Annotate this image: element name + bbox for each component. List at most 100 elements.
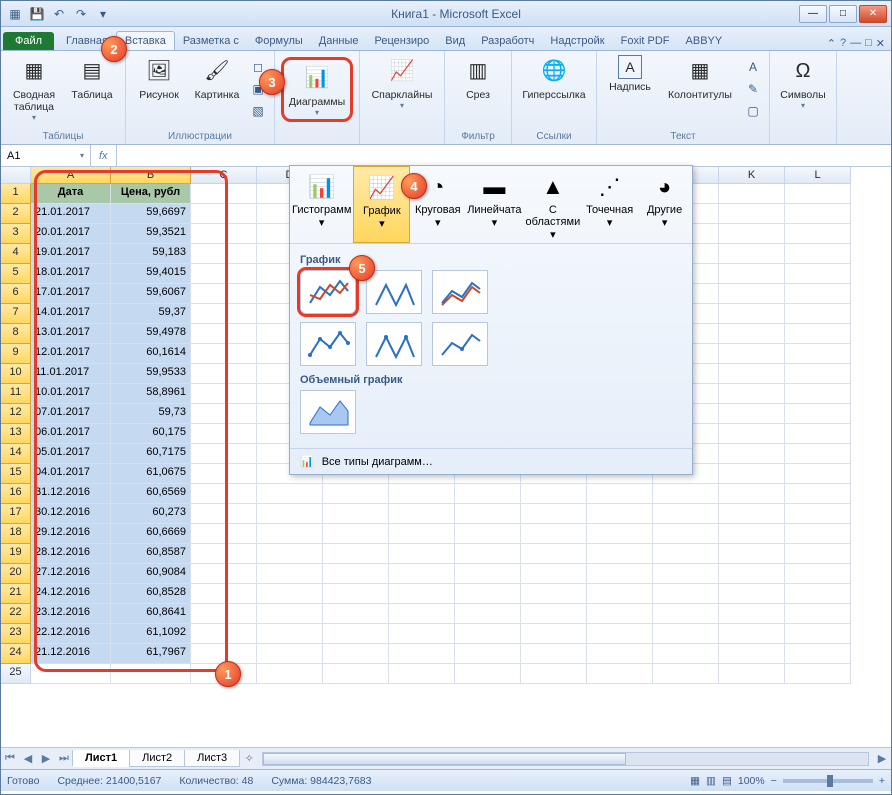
cell[interactable] bbox=[653, 644, 719, 664]
cell[interactable] bbox=[719, 644, 785, 664]
cell[interactable] bbox=[455, 564, 521, 584]
cell[interactable] bbox=[455, 584, 521, 604]
cell[interactable] bbox=[191, 244, 257, 264]
cell[interactable] bbox=[257, 644, 323, 664]
tab-data[interactable]: Данные bbox=[311, 32, 367, 50]
chart-cat-area[interactable]: ▲С областями▾ bbox=[524, 166, 583, 243]
minimize-button[interactable]: — bbox=[799, 5, 827, 23]
cell[interactable] bbox=[719, 664, 785, 684]
cell[interactable] bbox=[719, 384, 785, 404]
cell[interactable] bbox=[587, 664, 653, 684]
pivot-table-button[interactable]: ▦ Сводная таблица▾ bbox=[7, 53, 61, 122]
cell[interactable] bbox=[719, 444, 785, 464]
cell[interactable] bbox=[719, 224, 785, 244]
cell[interactable] bbox=[323, 544, 389, 564]
cell[interactable]: 60,273 bbox=[111, 504, 191, 524]
cell[interactable] bbox=[521, 564, 587, 584]
cell[interactable] bbox=[191, 284, 257, 304]
select-all-corner[interactable] bbox=[1, 167, 31, 184]
chart-cat-bar[interactable]: ▬Линейчата▾ bbox=[465, 166, 523, 243]
cell[interactable] bbox=[785, 524, 851, 544]
view-break-icon[interactable]: ▤ bbox=[722, 775, 732, 787]
cell[interactable] bbox=[191, 524, 257, 544]
cell[interactable] bbox=[191, 324, 257, 344]
cell[interactable] bbox=[521, 624, 587, 644]
row-header[interactable]: 12 bbox=[1, 404, 31, 424]
cell[interactable] bbox=[719, 324, 785, 344]
new-sheet-icon[interactable]: ✧ bbox=[240, 752, 258, 765]
cell[interactable] bbox=[785, 504, 851, 524]
cell[interactable] bbox=[191, 224, 257, 244]
row-header[interactable]: 21 bbox=[1, 584, 31, 604]
cell[interactable] bbox=[785, 584, 851, 604]
view-layout-icon[interactable]: ▥ bbox=[706, 775, 716, 787]
cell[interactable]: 60,8641 bbox=[111, 604, 191, 624]
cell[interactable] bbox=[389, 664, 455, 684]
save-icon[interactable]: 💾 bbox=[27, 4, 47, 24]
cell[interactable] bbox=[191, 264, 257, 284]
signature-icon[interactable]: ✎ bbox=[743, 79, 763, 99]
cell[interactable] bbox=[455, 624, 521, 644]
cell[interactable] bbox=[653, 524, 719, 544]
row-header[interactable]: 10 bbox=[1, 364, 31, 384]
sheet-nav-prev[interactable]: ◀ bbox=[19, 752, 37, 765]
horizontal-scrollbar[interactable] bbox=[262, 752, 869, 766]
cell[interactable]: 07.01.2017 bbox=[31, 404, 111, 424]
textbox-button[interactable]: A Надпись bbox=[603, 53, 657, 93]
sheet-nav-next[interactable]: ▶ bbox=[37, 752, 55, 765]
cell[interactable]: 58,8961 bbox=[111, 384, 191, 404]
cell[interactable] bbox=[323, 524, 389, 544]
cell[interactable]: 27.12.2016 bbox=[31, 564, 111, 584]
cell[interactable]: 59,73 bbox=[111, 404, 191, 424]
cell[interactable] bbox=[323, 664, 389, 684]
cell[interactable] bbox=[785, 464, 851, 484]
row-header[interactable]: 22 bbox=[1, 604, 31, 624]
view-normal-icon[interactable]: ▦ bbox=[690, 775, 700, 787]
cell[interactable]: 31.12.2016 bbox=[31, 484, 111, 504]
cell[interactable] bbox=[257, 524, 323, 544]
cell[interactable]: 21.01.2017 bbox=[31, 204, 111, 224]
excel-icon[interactable]: ▦ bbox=[5, 4, 25, 24]
cell[interactable] bbox=[191, 604, 257, 624]
all-chart-types-button[interactable]: 📊 Все типы диаграмм… bbox=[290, 448, 692, 474]
clipart-button[interactable]: 🖌 Картинка bbox=[190, 53, 244, 101]
cell[interactable] bbox=[719, 504, 785, 524]
doc-max-icon[interactable]: □ bbox=[865, 37, 872, 50]
line3d-chart-option[interactable] bbox=[300, 390, 356, 434]
cell[interactable] bbox=[785, 384, 851, 404]
column-header[interactable]: L bbox=[785, 167, 851, 184]
cell[interactable]: 17.01.2017 bbox=[31, 284, 111, 304]
cell[interactable] bbox=[653, 504, 719, 524]
cell[interactable]: 59,6067 bbox=[111, 284, 191, 304]
cell[interactable] bbox=[785, 284, 851, 304]
cell[interactable] bbox=[389, 524, 455, 544]
line-chart-option-6[interactable] bbox=[432, 322, 488, 366]
cell[interactable] bbox=[719, 624, 785, 644]
qat-dropdown-icon[interactable]: ▾ bbox=[93, 4, 113, 24]
tab-review[interactable]: Рецензиро bbox=[367, 32, 438, 50]
zoom-out-icon[interactable]: − bbox=[771, 775, 777, 787]
cell[interactable] bbox=[191, 344, 257, 364]
cell[interactable] bbox=[653, 484, 719, 504]
cell[interactable] bbox=[389, 484, 455, 504]
cell[interactable] bbox=[653, 564, 719, 584]
sheet-nav-first[interactable]: ⏮ bbox=[1, 752, 19, 765]
line-chart-option-1[interactable] bbox=[300, 270, 356, 314]
zoom-value[interactable]: 100% bbox=[738, 775, 765, 787]
maximize-button[interactable]: □ bbox=[829, 5, 857, 23]
cell[interactable] bbox=[719, 604, 785, 624]
cell[interactable] bbox=[587, 484, 653, 504]
cell[interactable]: 59,4015 bbox=[111, 264, 191, 284]
cell[interactable] bbox=[785, 644, 851, 664]
tab-foxit[interactable]: Foxit PDF bbox=[613, 32, 678, 50]
line-chart-option-2[interactable] bbox=[366, 270, 422, 314]
tab-addins[interactable]: Надстройк bbox=[542, 32, 612, 50]
cell[interactable] bbox=[521, 584, 587, 604]
minimize-ribbon-icon[interactable]: ⌃ bbox=[827, 37, 836, 50]
cell[interactable] bbox=[719, 284, 785, 304]
cell[interactable] bbox=[521, 524, 587, 544]
header-footer-button[interactable]: ▦ Колонтитулы bbox=[661, 53, 739, 101]
cell[interactable]: 29.12.2016 bbox=[31, 524, 111, 544]
cell[interactable] bbox=[455, 544, 521, 564]
row-header[interactable]: 3 bbox=[1, 224, 31, 244]
